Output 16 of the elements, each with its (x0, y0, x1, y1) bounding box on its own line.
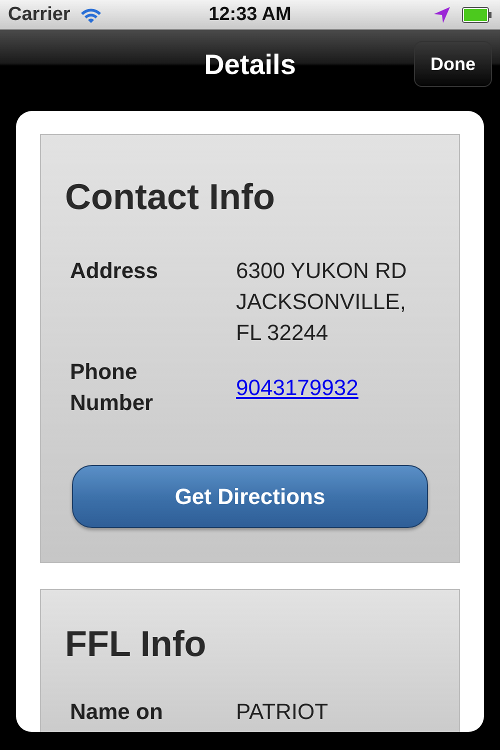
location-arrow-icon (434, 6, 450, 22)
directions-button[interactable]: Get Directions (72, 465, 428, 528)
field-value: PATRIOT (236, 698, 330, 726)
battery-icon (462, 6, 492, 22)
done-button[interactable]: Done (414, 41, 492, 87)
field-label: Phone Number (70, 358, 154, 417)
screen-title: Details (204, 48, 296, 80)
clock: 12:33 AM (208, 4, 292, 26)
section-heading: FFL Info (65, 622, 208, 666)
field-label: Name on (70, 698, 164, 726)
field-label: Address (70, 257, 160, 285)
phone-link[interactable]: 9043179932 (236, 372, 358, 402)
carrier-name: Carrier (8, 4, 70, 26)
field-value: 6300 YUKON RD JACKSONVILLE, FL 32244 (236, 257, 408, 347)
section-heading: Contact Info (65, 175, 276, 219)
wifi-icon (80, 6, 102, 22)
